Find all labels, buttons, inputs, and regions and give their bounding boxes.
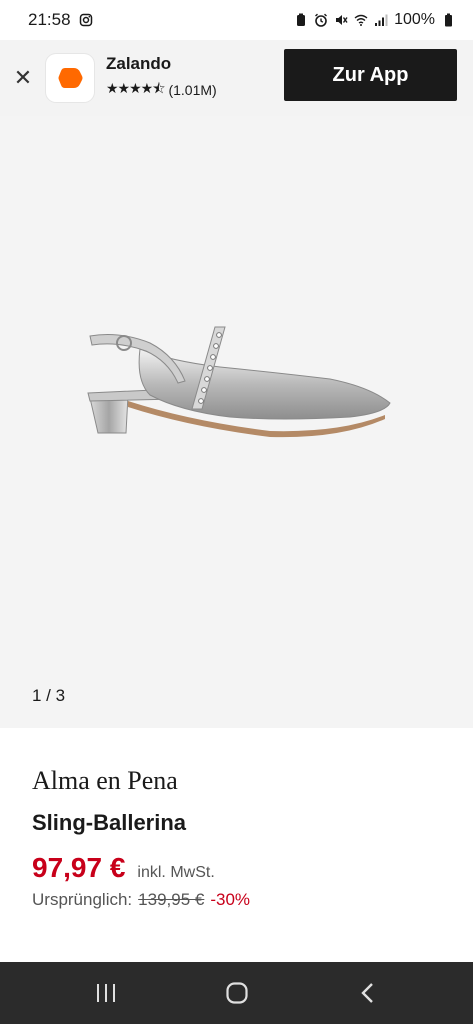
instagram-icon bbox=[79, 13, 92, 27]
home-icon[interactable] bbox=[207, 968, 267, 1018]
discount-badge: -30% bbox=[210, 890, 251, 909]
mute-icon bbox=[336, 15, 348, 25]
status-bar: 21:58 100% bbox=[0, 0, 473, 40]
status-right: 100% bbox=[294, 11, 455, 29]
rating-stars: ★★★★⯪ bbox=[106, 80, 165, 96]
signal-icon bbox=[375, 14, 388, 26]
back-icon[interactable] bbox=[338, 968, 398, 1018]
close-icon[interactable]: ✕ bbox=[0, 40, 46, 116]
status-time: 21:58 bbox=[28, 10, 71, 29]
gallery-counter: 1 / 3 bbox=[32, 686, 66, 705]
price-row: 97,97 € inkl. MwSt. bbox=[32, 852, 215, 884]
product-info: Alma en Pena Sling-Ballerina 97,97 € ink… bbox=[0, 728, 473, 962]
original-price: 139,95 € bbox=[138, 890, 205, 909]
open-app-button[interactable]: Zur App bbox=[284, 49, 457, 101]
app-rating: ★★★★⯪ (1.01M) bbox=[106, 78, 217, 102]
alarm-icon bbox=[315, 13, 328, 27]
brand-name[interactable]: Alma en Pena bbox=[32, 766, 178, 796]
battery-icon bbox=[445, 13, 452, 27]
app-info: Zalando ★★★★⯪ (1.01M) bbox=[106, 54, 217, 102]
zalando-logo-icon bbox=[58, 68, 83, 88]
app-name: Zalando bbox=[106, 54, 172, 73]
recent-apps-icon[interactable] bbox=[76, 968, 136, 1018]
status-left: 21:58 bbox=[28, 10, 93, 30]
wifi-icon bbox=[354, 14, 368, 26]
product-image[interactable] bbox=[80, 321, 400, 461]
system-nav-bar bbox=[0, 962, 473, 1024]
rating-count: (1.01M) bbox=[168, 82, 217, 98]
battery-saver-icon bbox=[297, 13, 306, 26]
app-install-banner: ✕ Zalando ★★★★⯪ (1.01M) Zur App bbox=[0, 40, 473, 116]
original-price-row: Ursprünglich: 139,95 € -30% bbox=[32, 890, 250, 910]
original-price-label: Ursprünglich: bbox=[32, 890, 133, 909]
current-price: 97,97 € bbox=[32, 852, 126, 883]
zalando-logo bbox=[46, 54, 94, 102]
battery-level: 100% bbox=[394, 11, 435, 28]
product-image-gallery[interactable]: 1 / 3 bbox=[0, 116, 473, 728]
vat-note: inkl. MwSt. bbox=[137, 864, 215, 881]
product-title: Sling-Ballerina bbox=[32, 810, 187, 835]
